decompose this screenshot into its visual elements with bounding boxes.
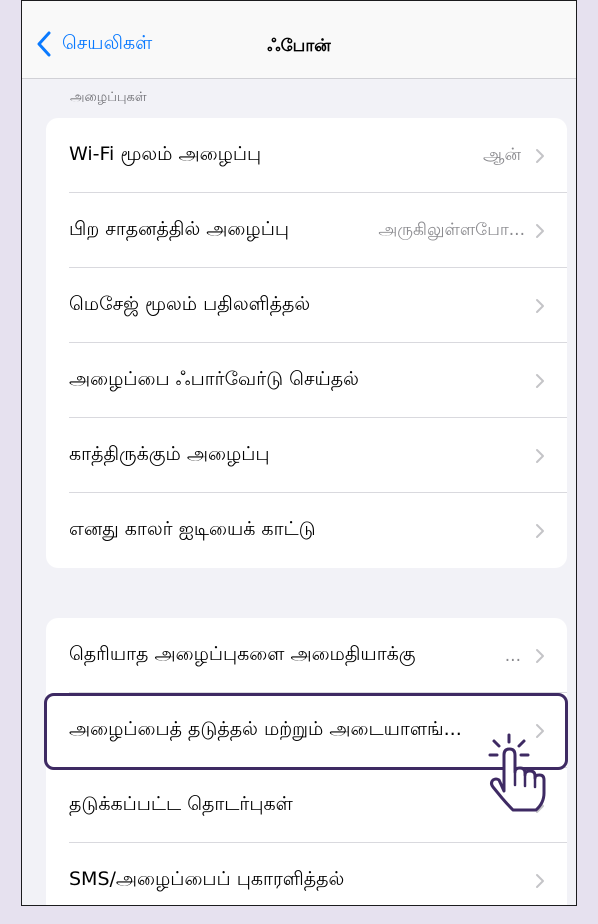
- navigation-bar: செயலிகள் ஃபோன்: [22, 1, 576, 79]
- tap-hand-icon: [488, 733, 546, 812]
- chevron-right-icon: [536, 448, 544, 463]
- row-value: ...: [504, 645, 521, 666]
- sms-call-reporting-row[interactable]: SMS/அழைப்பைப் புகாரளித்தல்: [46, 843, 567, 905]
- chevron-right-icon: [536, 148, 544, 163]
- respond-with-text-row[interactable]: மெசேஜ் மூலம் பதிலளித்தல்: [46, 268, 567, 343]
- chevron-right-icon: [536, 373, 544, 388]
- chevron-right-icon: [536, 648, 544, 663]
- chevron-right-icon: [536, 523, 544, 538]
- row-label: SMS/அழைப்பைப் புகாரளித்தல்: [69, 868, 345, 890]
- calls-settings-group: Wi-Fi மூலம் அழைப்பு ஆன் பிற சாதனத்தில் அ…: [46, 118, 567, 568]
- section-header-calls: அழைப்புகள்: [70, 90, 147, 105]
- row-label: Wi-Fi மூலம் அழைப்பு: [69, 143, 262, 165]
- row-label: தெரியாத அழைப்புகளை அமைதியாக்கு: [69, 643, 416, 665]
- wifi-calling-row[interactable]: Wi-Fi மூலம் அழைப்பு ஆன்: [46, 118, 567, 193]
- calls-on-other-devices-row[interactable]: பிற சாதனத்தில் அழைப்பு அருகிலுள்ளபோ...: [46, 193, 567, 268]
- call-waiting-row[interactable]: காத்திருக்கும் அழைப்பு: [46, 418, 567, 493]
- chevron-right-icon: [536, 873, 544, 888]
- row-label: காத்திருக்கும் அழைப்பு: [69, 443, 270, 465]
- silence-unknown-callers-row[interactable]: தெரியாத அழைப்புகளை அமைதியாக்கு ...: [46, 618, 567, 693]
- page-title: ஃபோன்: [267, 36, 331, 56]
- row-label: மெசேஜ் மூலம் பதிலளித்தல்: [69, 293, 311, 315]
- phone-screen: செயலிகள் ஃபோன் அழைப்புகள் Wi-Fi மூலம் அழ…: [21, 0, 577, 906]
- row-label: எனது காலர் ஐடியைக் காட்டு: [69, 518, 316, 540]
- call-forwarding-row[interactable]: அழைப்பை ஃபார்வேர்டு செய்தல்: [46, 343, 567, 418]
- chevron-right-icon: [536, 223, 544, 238]
- show-caller-id-row[interactable]: எனது காலர் ஐடியைக் காட்டு: [46, 493, 567, 568]
- chevron-right-icon: [536, 298, 544, 313]
- row-label: தடுக்கப்பட்ட தொடர்புகள்: [69, 793, 293, 815]
- row-label: பிற சாதனத்தில் அழைப்பு: [69, 218, 289, 240]
- row-label: அழைப்பை ஃபார்வேர்டு செய்தல்: [69, 368, 359, 390]
- row-value: ஆன்: [483, 144, 521, 165]
- row-value: அருகிலுள்ளபோ...: [378, 219, 525, 240]
